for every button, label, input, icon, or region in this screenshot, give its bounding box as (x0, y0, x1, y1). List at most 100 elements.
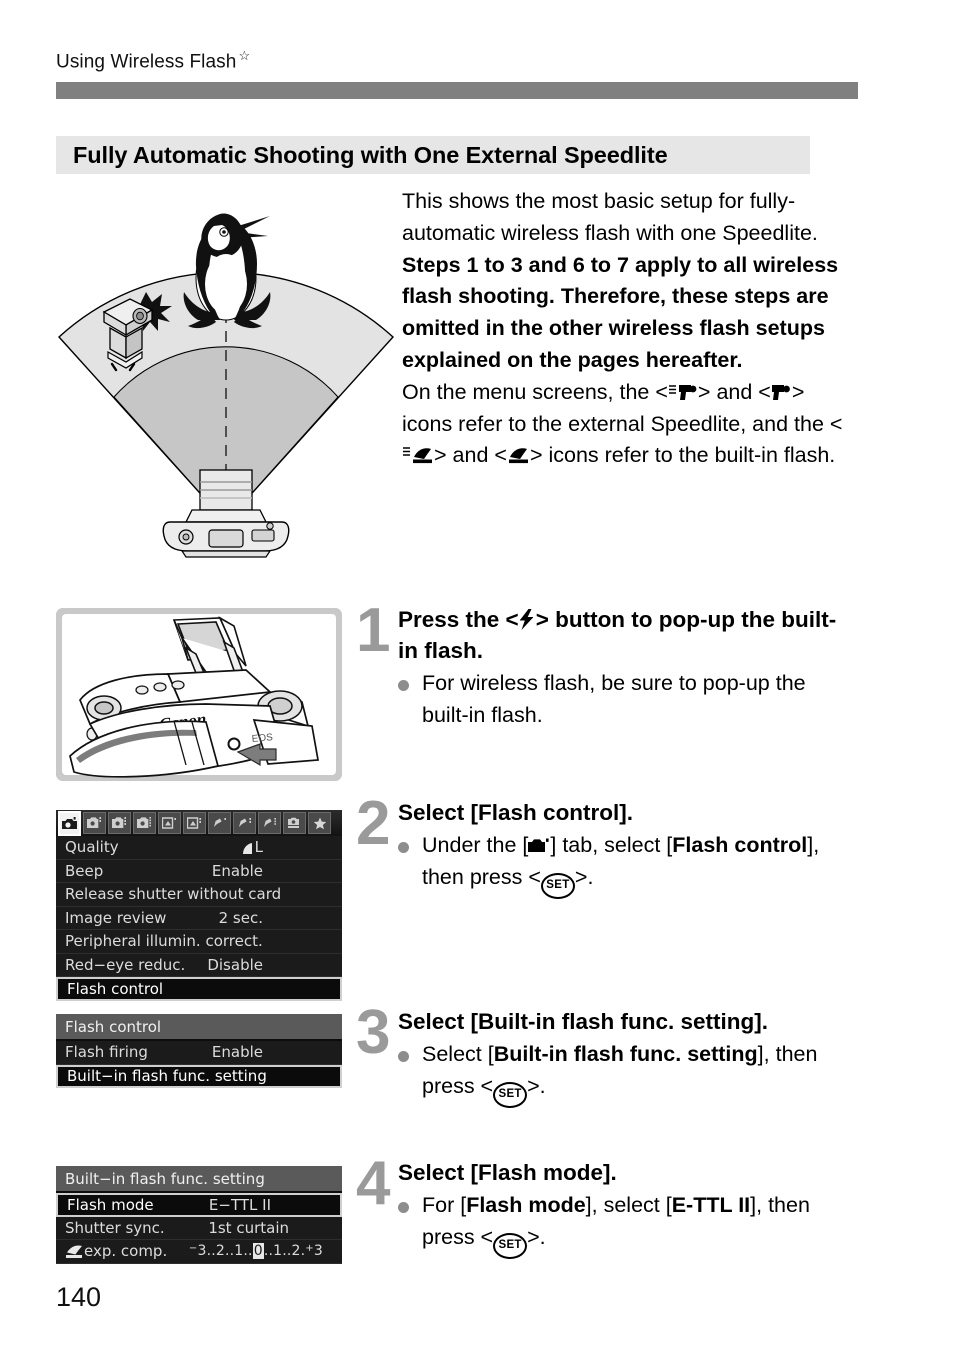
step-3-bullet-text: Select [Built-in flash func. setting], t… (422, 1039, 854, 1108)
camera-flash-button-photo: Canon EOS (56, 608, 342, 781)
menu-label: Shutter sync. (65, 1218, 165, 1237)
menu-value: Enable (211, 861, 263, 880)
menu-row-flash-exp-comp[interactable]: exp. comp. −3..2..1..0..1..2.+3 (56, 1240, 342, 1264)
menu-value: Enable (211, 1043, 263, 1062)
menu-value: L (242, 838, 333, 856)
menu-label: Built−in flash func. setting (67, 1067, 267, 1086)
shooting-tab-4-icon[interactable] (133, 812, 156, 834)
menu-row-release-shutter[interactable]: Release shutter without card (56, 883, 342, 907)
step-2-bullet: Under the [] tab, select [Flash control]… (398, 830, 854, 899)
shooting-tab-3-icon[interactable] (108, 812, 131, 834)
playback-tab-1-icon[interactable] (158, 812, 181, 834)
custom-functions-tab-icon[interactable] (283, 812, 306, 834)
svg-text:EOS: EOS (251, 732, 273, 745)
step-1-heading: Press the < > button to pop-up the built-… (398, 604, 854, 666)
step-3-bullet-bold: Built-in flash func. setting (493, 1042, 758, 1066)
step-2-number: 2 (356, 789, 391, 858)
shooting-tab-1-icon (528, 838, 550, 855)
setup-tab-1-icon[interactable] (208, 812, 231, 834)
step-3-bullet-a: Select [ (422, 1042, 494, 1066)
intro-paragraph-2: Steps 1 to 3 and 6 to 7 apply to all wir… (402, 252, 839, 372)
menu-row-image-review[interactable]: Image review 2 sec. (56, 907, 342, 930)
page-number: 140 (56, 1282, 102, 1312)
menu-label: Image review (65, 908, 167, 927)
setup-tab-2-icon[interactable] (233, 812, 256, 834)
menu-label: Quality (65, 838, 119, 857)
step-4-bullet-a: For [ (422, 1193, 467, 1217)
menu-label: Flash mode (67, 1195, 154, 1214)
menu-value: 1st curtain (208, 1218, 289, 1237)
step-2-bullet-text: Under the [] tab, select [Flash control]… (422, 830, 854, 899)
set-button-icon: SET (493, 1232, 528, 1259)
menu-row-flash-control[interactable]: Flash control (56, 977, 342, 1001)
section-title: Fully Automatic Shooting with One Extern… (73, 141, 668, 168)
set-button-icon: SET (540, 872, 575, 899)
intro-paragraph-1: This shows the most basic setup for full… (402, 189, 818, 245)
menu-label-text: exp. comp. (84, 1242, 168, 1261)
camera-with-popup-flash-illustration (162, 469, 290, 558)
menu-row-shutter-sync[interactable]: Shutter sync. 1st curtain (56, 1217, 342, 1240)
menu-label: Red−eye reduc. (65, 955, 186, 974)
step-3-text: Select [Built-in flash func. setting]. S… (398, 1006, 854, 1108)
step-4-bullet-bold1: Flash mode (466, 1193, 586, 1217)
section-title-bar: Fully Automatic Shooting with One Extern… (56, 136, 810, 174)
menu-row-flash-mode[interactable]: Flash mode E−TTL II (56, 1193, 342, 1217)
flash-control-title: Flash control (56, 1014, 342, 1041)
step-4-number: 4 (356, 1149, 391, 1218)
built-in-flash-func-setting-screen[interactable]: Built−in flash func. setting Flash mode … (56, 1166, 342, 1264)
shooting-tab-1-icon[interactable] (58, 810, 81, 836)
menu-row-peripheral-illumin[interactable]: Peripheral illumin. correct. (56, 930, 342, 954)
menu-value: Disable (207, 955, 263, 974)
fine-quality-icon (242, 842, 255, 855)
step-4-bullet-d: >. (527, 1224, 546, 1249)
playback-tab-2-icon[interactable] (183, 812, 206, 834)
step-1-text: Press the < > button to pop-up the built-… (398, 604, 854, 731)
star-outline-icon: ☆ (238, 48, 251, 63)
flash-control-menu-screen[interactable]: Flash control Flash firing Enable Built−… (56, 1014, 342, 1088)
bullet-dot-icon (398, 1190, 422, 1259)
running-head-text: Using Wireless Flash (56, 51, 237, 73)
wireless-flash-coverage-diagram (56, 182, 396, 558)
menu-value: E−TTL II (208, 1195, 271, 1214)
menu-row-builtin-flash-func-setting[interactable]: Built−in flash func. setting (56, 1064, 342, 1088)
step-4-bullet-bold2: E-TTL II (671, 1193, 751, 1217)
menu-row-quality[interactable]: Quality L (56, 836, 342, 860)
builtin-flash-title: Built−in flash func. setting (56, 1166, 342, 1193)
setup-tab-3-icon[interactable] (258, 812, 281, 834)
bullet-dot-icon (398, 1039, 422, 1108)
step-1-number: 1 (356, 596, 391, 665)
step-4-text: Select [Flash mode]. For [Flash mode], s… (398, 1157, 854, 1259)
step-2-bullet-a: Under the [ (422, 833, 529, 857)
step-2-bullet-b: ] tab, select [ (550, 833, 673, 857)
step-4-bullet-text: For [Flash mode], select [E-TTL II], the… (422, 1190, 854, 1259)
step-2-bullet-bold: Flash control (672, 833, 808, 857)
step-3-bullet-c: >. (527, 1073, 546, 1098)
my-menu-tab-icon[interactable] (308, 812, 331, 834)
bullet-dot-icon (398, 668, 422, 731)
intro-p3-e: > icons refer to the built-in flash. (529, 443, 836, 468)
step-3-number: 3 (356, 998, 391, 1067)
shooting-tab-2-icon[interactable] (83, 812, 106, 834)
built-in-flash-wireless-icon (402, 446, 434, 465)
header-rule (56, 82, 858, 99)
menu-label: Peripheral illumin. correct. (65, 932, 263, 951)
camera-shooting-menu-screen[interactable]: Quality L Beep Enable Release shutter wi… (56, 810, 342, 1001)
intro-text-block: This shows the most basic setup for full… (402, 186, 854, 472)
flash-bolt-icon (519, 609, 536, 630)
step-4-heading: Select [Flash mode]. (398, 1160, 617, 1185)
step-2-heading: Select [Flash control]. (398, 800, 634, 825)
built-in-flash-icon (65, 1244, 84, 1259)
menu-label: Flash firing (65, 1043, 148, 1062)
menu-row-red-eye-reduc[interactable]: Red−eye reduc. Disable (56, 954, 342, 977)
step-2-bullet-d: >. (574, 864, 594, 889)
menu-row-beep[interactable]: Beep Enable (56, 860, 342, 883)
set-button-icon: SET (493, 1081, 528, 1108)
menu-label: Release shutter without card (65, 885, 282, 904)
menu-row-flash-firing[interactable]: Flash firing Enable (56, 1041, 342, 1065)
intro-p3-b: > and < (697, 379, 771, 404)
step-1-bullet: For wireless flash, be sure to pop-up th… (398, 668, 854, 731)
intro-p3-a: On the menu screens, the < (402, 379, 668, 404)
menu-tab-bar[interactable] (56, 810, 342, 836)
external-speedlite-wireless-icon (668, 383, 698, 402)
intro-paragraph-3: On the menu screens, the < > and < > icons… (402, 377, 854, 472)
